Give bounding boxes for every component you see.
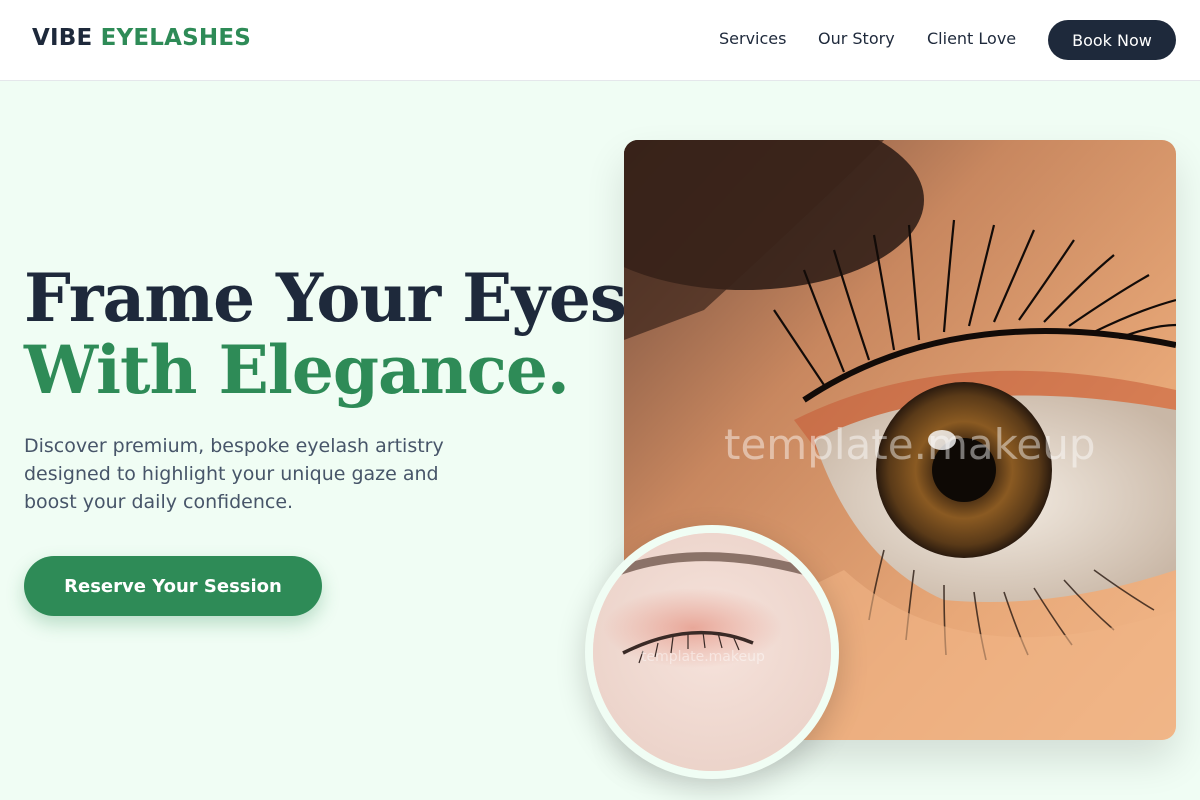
book-now-button[interactable]: Book Now — [1048, 20, 1176, 60]
inset-eye-makeup-image: template.makeup — [585, 525, 839, 779]
nav-link-services[interactable]: Services — [719, 29, 786, 48]
nav-link-client-love[interactable]: Client Love — [927, 29, 1016, 48]
hero-title-line2: With Elegance. — [24, 331, 570, 409]
reserve-session-button[interactable]: Reserve Your Session — [24, 556, 322, 616]
main-image-watermark: template.makeup — [724, 420, 1096, 469]
hero-description: Discover premium, bespoke eyelash artist… — [24, 435, 444, 513]
brand-logo-part1: VIBE — [32, 25, 93, 51]
inset-image-watermark: template.makeup — [641, 649, 765, 665]
brand-logo[interactable]: VIBE EYELASHES — [32, 25, 251, 51]
hero-title: Frame Your Eyes With Elegance. — [24, 259, 627, 409]
top-navbar: VIBE EYELASHES Services Our Story Client… — [0, 0, 1200, 81]
hero-title-line1: Frame Your Eyes — [24, 259, 627, 337]
brand-logo-part2: EYELASHES — [100, 25, 252, 51]
nav-link-our-story[interactable]: Our Story — [818, 29, 895, 48]
